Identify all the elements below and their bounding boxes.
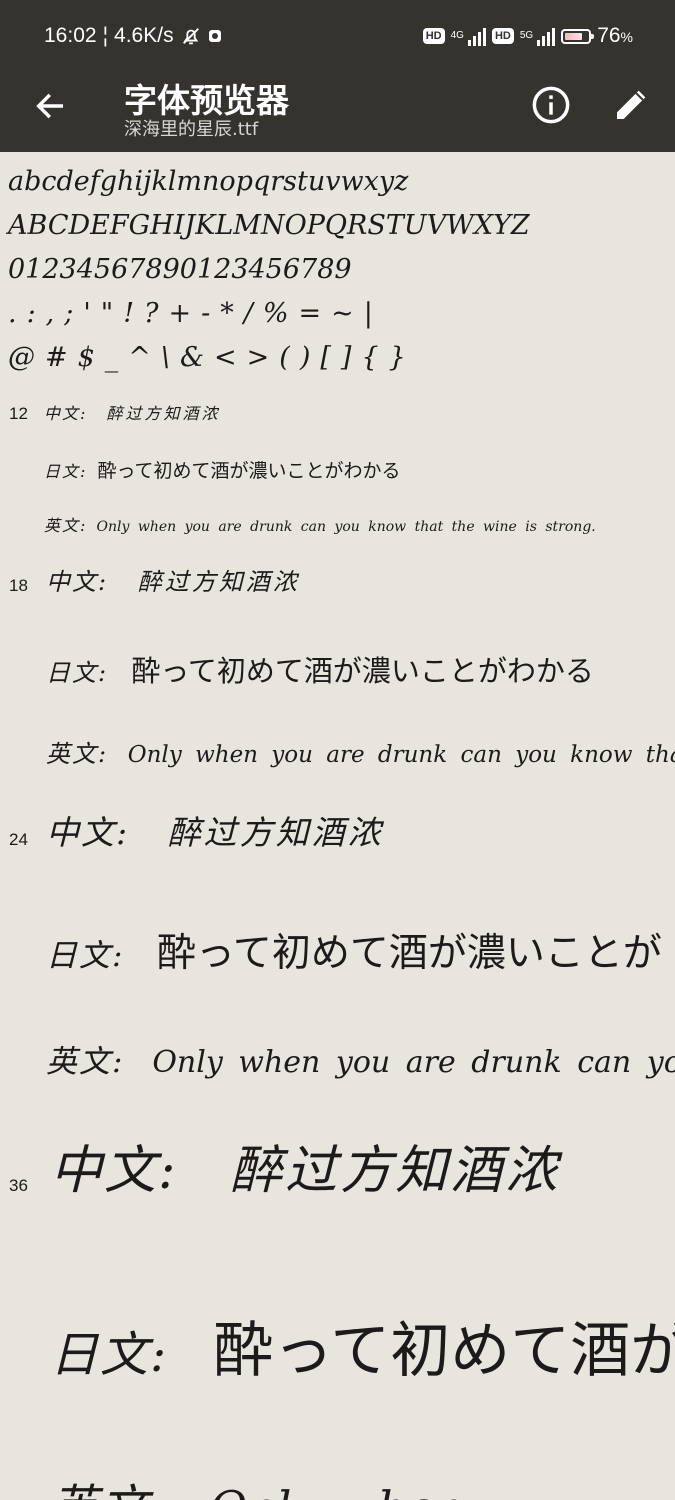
lang-label: 日文: <box>50 1327 169 1383</box>
info-icon <box>532 86 570 124</box>
charset-lowercase: abcdefghijklmnopqrstuvwxyz <box>8 166 409 197</box>
lang-label: 日文: <box>44 462 88 481</box>
sample-en-36: 英文: Only when <box>50 1468 464 1500</box>
sample-text: 醉过方知酒浓 <box>230 1141 561 1201</box>
network-speed: 4.6K/s <box>114 24 174 47</box>
status-time: 16:02 <box>44 24 97 47</box>
signal-bars-icon-2 <box>537 26 556 46</box>
lang-label: 英文: <box>46 740 109 768</box>
network-type-label: 4G <box>450 30 464 41</box>
arrow-left-icon <box>36 93 64 119</box>
size-label-12: 12 <box>9 404 28 423</box>
sample-cn-36: 中文: 醉过方知酒浓 <box>50 1128 560 1203</box>
sample-cn-12: 中文: 醉过方知酒浓 <box>44 400 221 424</box>
battery-icon <box>561 28 595 44</box>
app-bar: 16:02 ¦ 4.6K/s HD 4G HD 5G 76% 字体预览器 深海里… <box>0 0 675 152</box>
status-right: HD 4G HD 5G 76% <box>422 24 633 48</box>
lang-label: 英文: <box>46 1044 125 1080</box>
sample-text: 醉过方知酒浓 <box>137 568 300 596</box>
sample-cn-18: 中文: 醉过方知酒浓 <box>46 562 300 597</box>
lang-label: 日文: <box>46 659 109 687</box>
battery-percent: 76% <box>597 24 633 47</box>
sample-text: 酔って初めて酒が <box>213 1316 675 1386</box>
lang-label: 英文: <box>50 1480 168 1500</box>
pencil-icon <box>617 90 646 119</box>
lang-label: 日文: <box>46 938 125 974</box>
edit-button[interactable] <box>612 84 654 126</box>
back-button[interactable] <box>28 84 72 128</box>
signal-bars-icon <box>467 26 486 46</box>
lang-label: 英文: <box>44 516 88 535</box>
sample-jp-12: 日文: 酔って初めて酒が濃いことがわかる <box>44 456 401 483</box>
sample-jp-18: 日文: 酔って初めて酒が濃いことがわかる <box>46 648 594 690</box>
charset-punctuation: .:,;'"!?+-*/%=~| <box>8 298 383 329</box>
sample-text: Only when you are drunk can you know tha… <box>96 519 596 535</box>
charset-uppercase: ABCDEFGHIJKLMNOPQRSTUVWXYZ <box>8 210 530 241</box>
sample-jp-36: 日文: 酔って初めて酒が <box>50 1302 675 1389</box>
font-file-name: 深海里的星辰.ttf <box>124 119 259 140</box>
size-label-36: 36 <box>9 1176 28 1195</box>
sample-text: Only when you are drunk can you know tha… <box>127 742 675 768</box>
sample-text: 酔って初めて酒が濃いことがわかる <box>97 460 401 482</box>
network-type-label-2: 5G <box>519 30 534 41</box>
hd-badge: HD <box>422 28 445 44</box>
sample-en-12: 英文: Only when you are drunk can you know… <box>44 512 596 536</box>
sample-text: 酔って初めて酒が濃いことがわかる <box>131 654 594 688</box>
sample-text: 酔って初めて酒が濃いことが <box>156 931 662 976</box>
sample-en-18: 英文: Only when you are drunk can you know… <box>46 734 675 769</box>
font-preview-area[interactable]: abcdefghijklmnopqrstuvwxyz ABCDEFGHIJKLM… <box>0 152 675 1500</box>
charset-digits: 01234567890123456789 <box>8 254 352 285</box>
screen-record-icon <box>208 30 221 42</box>
status-left: 16:02 ¦ 4.6K/s <box>44 24 222 48</box>
info-button[interactable] <box>530 84 572 126</box>
sample-text: 醉过方知酒浓 <box>106 404 221 423</box>
size-label-24: 24 <box>9 830 28 849</box>
sample-jp-24: 日文: 酔って初めて酒が濃いことが <box>46 922 662 978</box>
sample-text: 醉过方知酒浓 <box>167 813 384 852</box>
lang-label: 中文: <box>46 568 109 596</box>
sample-cn-24: 中文: 醉过方知酒浓 <box>46 806 384 854</box>
lang-label: 中文: <box>50 1141 178 1201</box>
charset-symbols: @#$_^\&<>()[]{} <box>8 342 416 373</box>
sample-text: Only when <box>209 1481 464 1500</box>
lang-label: 中文: <box>46 813 130 852</box>
status-separator: ¦ <box>102 24 109 47</box>
status-bar: 16:02 ¦ 4.6K/s HD 4G HD 5G 76% <box>0 0 675 72</box>
sample-en-24: 英文: Only when you are drunk can you <box>46 1036 675 1081</box>
size-label-18: 18 <box>9 576 28 595</box>
hd-badge-2: HD <box>491 28 514 44</box>
bell-off-icon <box>182 28 199 45</box>
lang-label: 中文: <box>44 404 88 423</box>
sample-text: Only when you are drunk can you <box>152 1045 675 1080</box>
battery-fill <box>565 32 582 40</box>
